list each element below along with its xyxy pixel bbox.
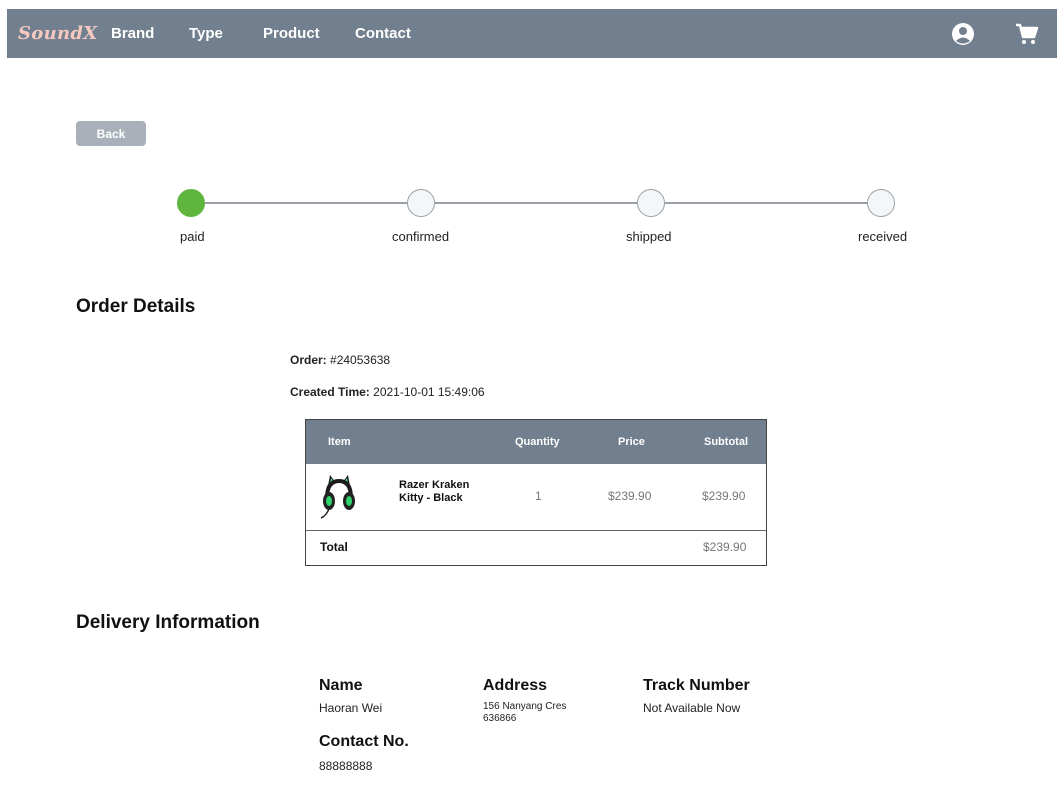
logo[interactable]: SoundX bbox=[18, 23, 98, 44]
step-circle-received bbox=[867, 189, 895, 217]
progress-line bbox=[664, 202, 868, 204]
address-label: Address bbox=[483, 677, 548, 694]
delivery-information-title: Delivery Information bbox=[76, 612, 260, 633]
order-table: Item Quantity Price Subtotal Razer Krake… bbox=[305, 419, 767, 566]
table-row: Razer Kraken Kitty - Black 1 $239.90 $23… bbox=[306, 464, 766, 531]
total-label: Total bbox=[320, 540, 348, 554]
order-number-label: Order: bbox=[290, 353, 327, 367]
back-button[interactable]: Back bbox=[76, 121, 146, 146]
step-label-confirmed: confirmed bbox=[392, 229, 450, 244]
table-header: Item Quantity Price Subtotal bbox=[306, 420, 766, 464]
progress-line bbox=[434, 202, 638, 204]
cart-icon[interactable] bbox=[1015, 22, 1039, 46]
track-number-label: Track Number bbox=[643, 677, 750, 694]
product-subtotal: $239.90 bbox=[702, 489, 746, 503]
created-time-label: Created Time: bbox=[290, 385, 370, 399]
name-value: Haoran Wei bbox=[319, 701, 383, 715]
navbar: SoundX Brand Type Product Contact bbox=[7, 9, 1057, 58]
nav-link-brand[interactable]: Brand bbox=[111, 25, 154, 42]
nav-link-product[interactable]: Product bbox=[263, 25, 320, 42]
order-details-title: Order Details bbox=[76, 296, 196, 317]
step-circle-paid bbox=[177, 189, 205, 217]
product-price: $239.90 bbox=[608, 489, 652, 503]
address-line-2: 636866 bbox=[483, 713, 517, 724]
step-label-shipped: shipped bbox=[626, 229, 672, 244]
header-quantity: Quantity bbox=[515, 436, 560, 448]
order-number-line: Order: #24053638 bbox=[290, 353, 390, 367]
created-time-line: Created Time: 2021-10-01 15:49:06 bbox=[290, 385, 485, 399]
step-circle-shipped bbox=[637, 189, 665, 217]
product-name[interactable]: Razer Kraken Kitty - Black bbox=[399, 479, 489, 505]
track-number-value: Not Available Now bbox=[643, 701, 741, 715]
step-label-paid: paid bbox=[180, 229, 205, 244]
contact-number-value: 88888888 bbox=[319, 759, 373, 773]
address-line-1: 156 Nanyang Cres bbox=[483, 701, 567, 712]
header-item: Item bbox=[328, 436, 351, 448]
name-label: Name bbox=[319, 677, 363, 694]
header-price: Price bbox=[618, 436, 645, 448]
address-value: 156 Nanyang Cres 636866 bbox=[483, 701, 566, 725]
product-thumbnail[interactable] bbox=[320, 472, 358, 522]
user-icon[interactable] bbox=[951, 22, 975, 46]
total-value: $239.90 bbox=[703, 540, 747, 554]
table-total-row: Total $239.90 bbox=[306, 531, 766, 567]
step-label-received: received bbox=[858, 229, 908, 244]
product-quantity: 1 bbox=[535, 489, 542, 503]
nav-link-type[interactable]: Type bbox=[189, 25, 223, 42]
created-time-value: 2021-10-01 15:49:06 bbox=[373, 385, 485, 399]
header-subtotal: Subtotal bbox=[704, 436, 748, 448]
progress-line bbox=[204, 202, 408, 204]
order-number-value: #24053638 bbox=[330, 353, 391, 367]
contact-number-label: Contact No. bbox=[319, 733, 409, 750]
nav-link-contact[interactable]: Contact bbox=[355, 25, 411, 42]
step-circle-confirmed bbox=[407, 189, 435, 217]
